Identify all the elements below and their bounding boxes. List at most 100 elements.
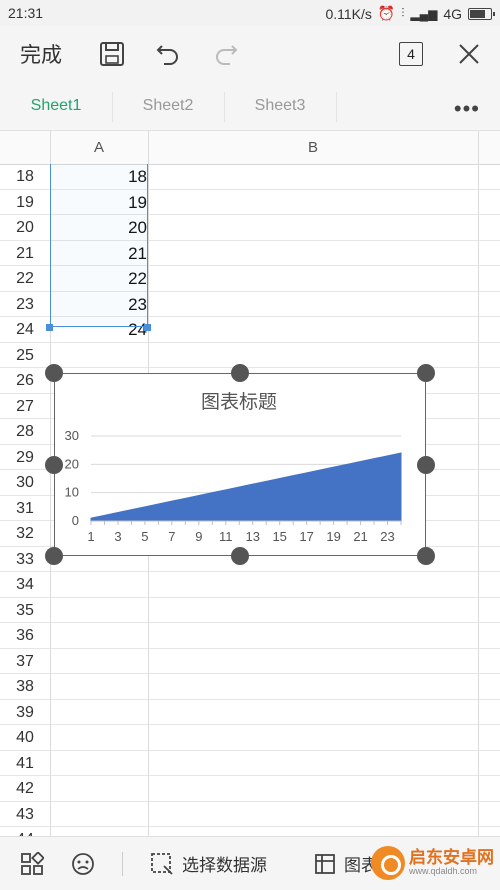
select-data-source-label: 选择数据源 — [182, 856, 267, 875]
cell-a[interactable] — [51, 649, 147, 674]
x-tick-label: 23 — [380, 529, 394, 544]
row-number[interactable]: 44 — [0, 827, 50, 836]
alarm-icon: ⏰ — [377, 5, 396, 21]
x-tick-label: 17 — [299, 529, 313, 544]
row-number[interactable]: 42 — [0, 776, 50, 801]
chart-resize-handle[interactable] — [45, 547, 63, 565]
row-number[interactable]: 24 — [0, 317, 50, 342]
watermark-text: 启东安卓网 www.qdaldh.com — [409, 847, 494, 878]
row-number[interactable]: 37 — [0, 649, 50, 674]
cell-a[interactable] — [51, 343, 147, 368]
tab-sheet3[interactable]: Sheet3 — [224, 82, 336, 130]
tab-count-button[interactable]: 4 — [396, 26, 426, 82]
x-tick-label: 3 — [114, 529, 121, 544]
cell-a[interactable] — [51, 700, 147, 725]
undo-icon[interactable] — [152, 26, 184, 82]
table-row: 37 — [0, 649, 500, 674]
chart-resize-handle[interactable] — [45, 455, 63, 474]
watermark: 启东安卓网 www.qdaldh.com — [371, 846, 494, 880]
row-number[interactable]: 35 — [0, 598, 50, 623]
cell-a[interactable] — [51, 827, 147, 836]
status-right: 0.11K/s ⏰ ⫶ ▂▄▆ 4G — [325, 5, 495, 22]
redo-icon[interactable] — [210, 26, 242, 82]
chart-type-button[interactable]: 图表 — [314, 837, 378, 890]
chart-resize-handle[interactable] — [417, 455, 435, 474]
cell-a[interactable] — [51, 802, 147, 827]
row-number[interactable]: 43 — [0, 802, 50, 827]
y-tick-label: 20 — [65, 456, 79, 471]
cell-a[interactable] — [51, 572, 147, 597]
more-options-icon[interactable]: ••• — [454, 96, 480, 122]
x-tick-label: 5 — [141, 529, 148, 544]
select-range-icon — [151, 852, 173, 875]
selection-range[interactable] — [50, 164, 148, 327]
network-type: 4G — [443, 5, 462, 22]
row-number[interactable]: 19 — [0, 190, 50, 215]
row-number[interactable]: 25 — [0, 343, 50, 368]
top-toolbar: 完成 4 — [0, 26, 500, 82]
row-number[interactable]: 39 — [0, 700, 50, 725]
x-tick-label: 13 — [246, 529, 260, 544]
select-data-source-button[interactable]: 选择数据源 — [150, 837, 267, 890]
row-number[interactable]: 18 — [0, 164, 50, 189]
tab-sheet2[interactable]: Sheet2 — [112, 82, 224, 130]
row-number[interactable]: 41 — [0, 751, 50, 776]
table-row: 36 — [0, 623, 500, 649]
cell-a[interactable] — [51, 751, 147, 776]
layout-icon[interactable] — [20, 837, 44, 890]
row-number[interactable]: 38 — [0, 674, 50, 699]
style-icon[interactable] — [70, 837, 96, 890]
y-tick-label: 0 — [72, 513, 79, 528]
network-speed: 0.11K/s — [325, 5, 372, 22]
row-number[interactable]: 21 — [0, 241, 50, 266]
row-number[interactable]: 33 — [0, 547, 50, 572]
table-row: 35 — [0, 598, 500, 623]
gridline — [478, 131, 479, 836]
row-number[interactable]: 22 — [0, 266, 50, 291]
chart-resize-handle[interactable] — [45, 364, 63, 382]
cell-a[interactable] — [51, 598, 147, 623]
divider — [122, 852, 123, 876]
column-header-a[interactable]: A — [50, 131, 148, 164]
row-number[interactable]: 30 — [0, 470, 50, 495]
tab-sheet1[interactable]: Sheet1 — [0, 82, 112, 130]
row-number[interactable]: 31 — [0, 496, 50, 521]
row-number[interactable]: 26 — [0, 368, 50, 393]
x-tick-label: 1 — [87, 529, 94, 544]
watermark-title: 启东安卓网 — [409, 847, 494, 867]
row-number[interactable]: 32 — [0, 521, 50, 546]
tab-divider — [336, 92, 337, 122]
table-row: 42 — [0, 776, 500, 802]
x-tick-label: 21 — [353, 529, 367, 544]
row-number[interactable]: 40 — [0, 725, 50, 750]
selection-handle[interactable] — [46, 324, 53, 331]
row-number[interactable]: 36 — [0, 623, 50, 648]
row-number[interactable]: 34 — [0, 572, 50, 597]
chart-resize-handle[interactable] — [417, 364, 435, 382]
row-number[interactable]: 23 — [0, 292, 50, 317]
status-time: 21:31 — [8, 5, 44, 21]
cell-a[interactable] — [51, 776, 147, 801]
close-icon[interactable] — [454, 26, 484, 82]
row-number[interactable]: 20 — [0, 215, 50, 240]
done-button[interactable]: 完成 — [20, 26, 62, 82]
y-tick-label: 10 — [65, 485, 79, 500]
cell-a[interactable] — [51, 725, 147, 750]
x-tick-label: 15 — [272, 529, 286, 544]
row-number[interactable]: 28 — [0, 419, 50, 444]
row-number[interactable]: 27 — [0, 394, 50, 419]
watermark-logo-icon — [371, 846, 405, 880]
selection-handle[interactable] — [144, 324, 151, 331]
column-header-b[interactable]: B — [148, 131, 478, 164]
table-row: 44 — [0, 827, 500, 836]
table-row: 43 — [0, 802, 500, 827]
chart-object[interactable]: 图表标题 0 10 20 30 1 3 5 7 9 11 13 15 17 19 21 23 — [54, 373, 426, 556]
table-row: 34 — [0, 572, 500, 598]
chart-resize-handle[interactable] — [417, 547, 435, 565]
cell-a[interactable] — [51, 674, 147, 699]
chart-resize-handle[interactable] — [231, 547, 249, 565]
chart-resize-handle[interactable] — [231, 364, 249, 382]
cell-a[interactable] — [51, 623, 147, 648]
save-icon[interactable] — [96, 26, 128, 82]
row-number[interactable]: 29 — [0, 445, 50, 470]
